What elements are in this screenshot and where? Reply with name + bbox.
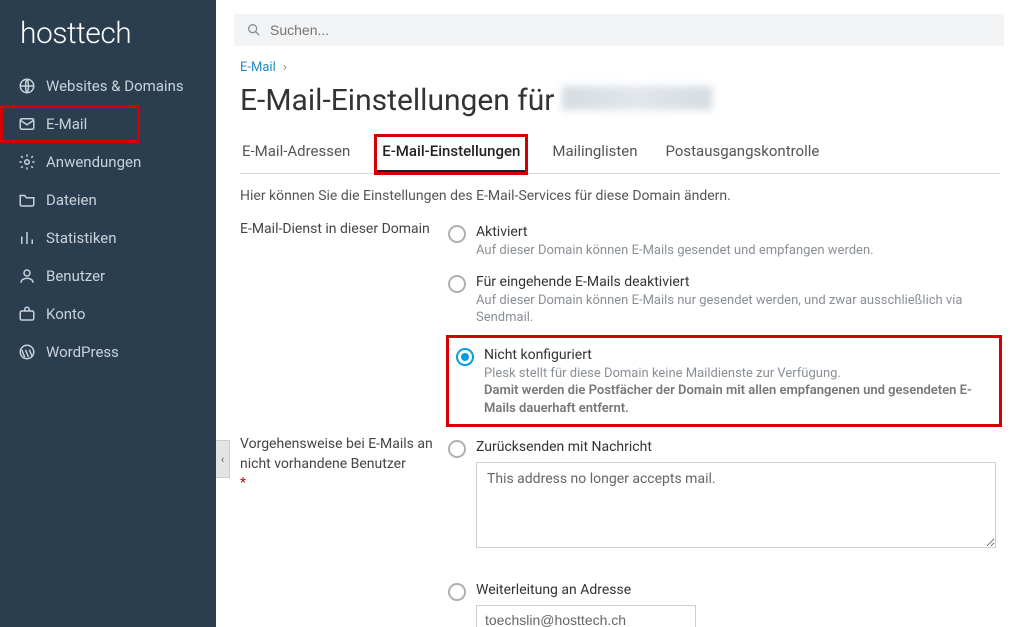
gear-icon [18,153,36,171]
search-input[interactable] [270,22,992,38]
sidebar-item-users[interactable]: Benutzer [0,257,216,295]
sidebar-item-label: Benutzer [46,267,105,285]
sidebar-item-label: WordPress [46,343,119,361]
radio-title: Nicht konfiguriert [484,347,992,363]
radio-icon [448,440,466,458]
breadcrumb: E-Mail › [240,60,1000,75]
sidebar-item-email[interactable]: E-Mail [0,105,140,143]
sidebar-nav: Websites & Domains E-Mail Anwendungen Da… [0,67,216,371]
search-icon [246,22,262,38]
required-mark: * [240,475,246,491]
radio-title: Für eingehende E-Mails deaktiviert [476,274,1000,290]
sidebar-item-label: E-Mail [46,115,87,133]
forward-address-input[interactable] [476,605,696,627]
mail-icon [18,115,36,133]
radio-option-activated[interactable]: Aktiviert Auf dieser Domain können E-Mai… [448,220,1000,270]
sidebar-item-label: Websites & Domains [46,77,184,95]
page-title: E-Mail-Einstellungen für [240,83,1000,118]
page-title-text: E-Mail-Einstellungen für [240,83,554,118]
sidebar-item-websites-domains[interactable]: Websites & Domains [0,67,216,105]
sidebar-item-applications[interactable]: Anwendungen [0,143,216,181]
tab-mailinglists[interactable]: Mailinglisten [550,136,639,173]
radio-icon [456,348,474,366]
sidebar-item-wordpress[interactable]: WordPress [0,333,216,371]
sidebar: hosttech Websites & Domains E-Mail Anwen… [0,0,216,627]
sidebar-item-label: Statistiken [46,229,117,247]
chevron-left-icon: ‹ [221,453,224,466]
content-area: E-Mail › E-Mail-Einstellungen für E-Mail… [216,56,1024,627]
domain-name-redacted [562,86,712,110]
sidebar-item-label: Dateien [46,191,97,209]
sidebar-item-files[interactable]: Dateien [0,181,216,219]
briefcase-icon [18,305,36,323]
search-box[interactable] [234,14,1004,46]
intro-text: Hier können Sie die Einstellungen des E-… [240,188,1000,204]
sidebar-item-statistics[interactable]: Statistiken [0,219,216,257]
tab-email-settings[interactable]: E-Mail-Einstellungen [376,136,526,173]
radio-subtext: Plesk stellt für diese Domain keine Mail… [484,365,992,418]
radio-subtext: Auf dieser Domain können E-Mails nur ges… [476,292,1000,327]
label-text: Vorgehensweise bei E-Mails an nicht vorh… [240,436,433,472]
radio-subtext-line2: Damit werden die Postfächer der Domain m… [484,383,972,416]
radio-title: Zurücksenden mit Nachricht [476,439,1000,455]
mail-service-label: E-Mail-Dienst in dieser Domain [240,220,448,425]
sidebar-item-label: Anwendungen [46,153,141,171]
radio-title: Weiterleitung an Adresse [476,582,1000,598]
radio-option-forward[interactable]: Weiterleitung an Adresse [448,578,1000,603]
mail-service-row: E-Mail-Dienst in dieser Domain Aktiviert… [240,220,1000,425]
radio-option-unconfigured[interactable]: Nicht konfiguriert Plesk stellt für dies… [456,343,992,422]
radio-option-bounce[interactable]: Zurücksenden mit Nachricht [448,435,1000,462]
tab-email-addresses[interactable]: E-Mail-Adressen [240,136,352,173]
brand-logo: hosttech [0,0,216,67]
main-panel: E-Mail › E-Mail-Einstellungen für E-Mail… [216,0,1024,627]
user-icon [18,267,36,285]
radio-title: Aktiviert [476,224,1000,240]
chart-bar-icon [18,229,36,247]
radio-icon [448,225,466,243]
radio-option-incoming-disabled[interactable]: Für eingehende E-Mails deaktiviert Auf d… [448,270,1000,337]
sidebar-item-account[interactable]: Konto [0,295,216,333]
highlight-box-unconfigured: Nicht konfiguriert Plesk stellt für dies… [448,337,1000,426]
radio-subtext-line1: Plesk stellt für diese Domain keine Mail… [484,366,841,381]
tabs: E-Mail-Adressen E-Mail-Einstellungen Mai… [240,136,1000,174]
topbar [216,0,1024,56]
folder-icon [18,191,36,209]
radio-subtext: Auf dieser Domain können E-Mails gesende… [476,242,1000,260]
radio-icon [448,583,466,601]
sidebar-collapse-toggle[interactable]: ‹ [216,440,230,478]
bounce-message-textarea[interactable]: This address no longer accepts mail. [476,462,996,548]
sidebar-item-label: Konto [46,305,85,323]
globe-icon [18,77,36,95]
wordpress-icon [18,343,36,361]
nonexistent-user-label: Vorgehensweise bei E-Mails an nicht vorh… [240,435,448,627]
nonexistent-user-row: Vorgehensweise bei E-Mails an nicht vorh… [240,435,1000,627]
radio-icon [448,275,466,293]
chevron-right-icon: › [283,60,287,75]
tab-outgoing-control[interactable]: Postausgangskontrolle [663,136,821,173]
breadcrumb-email-link[interactable]: E-Mail [240,60,276,75]
